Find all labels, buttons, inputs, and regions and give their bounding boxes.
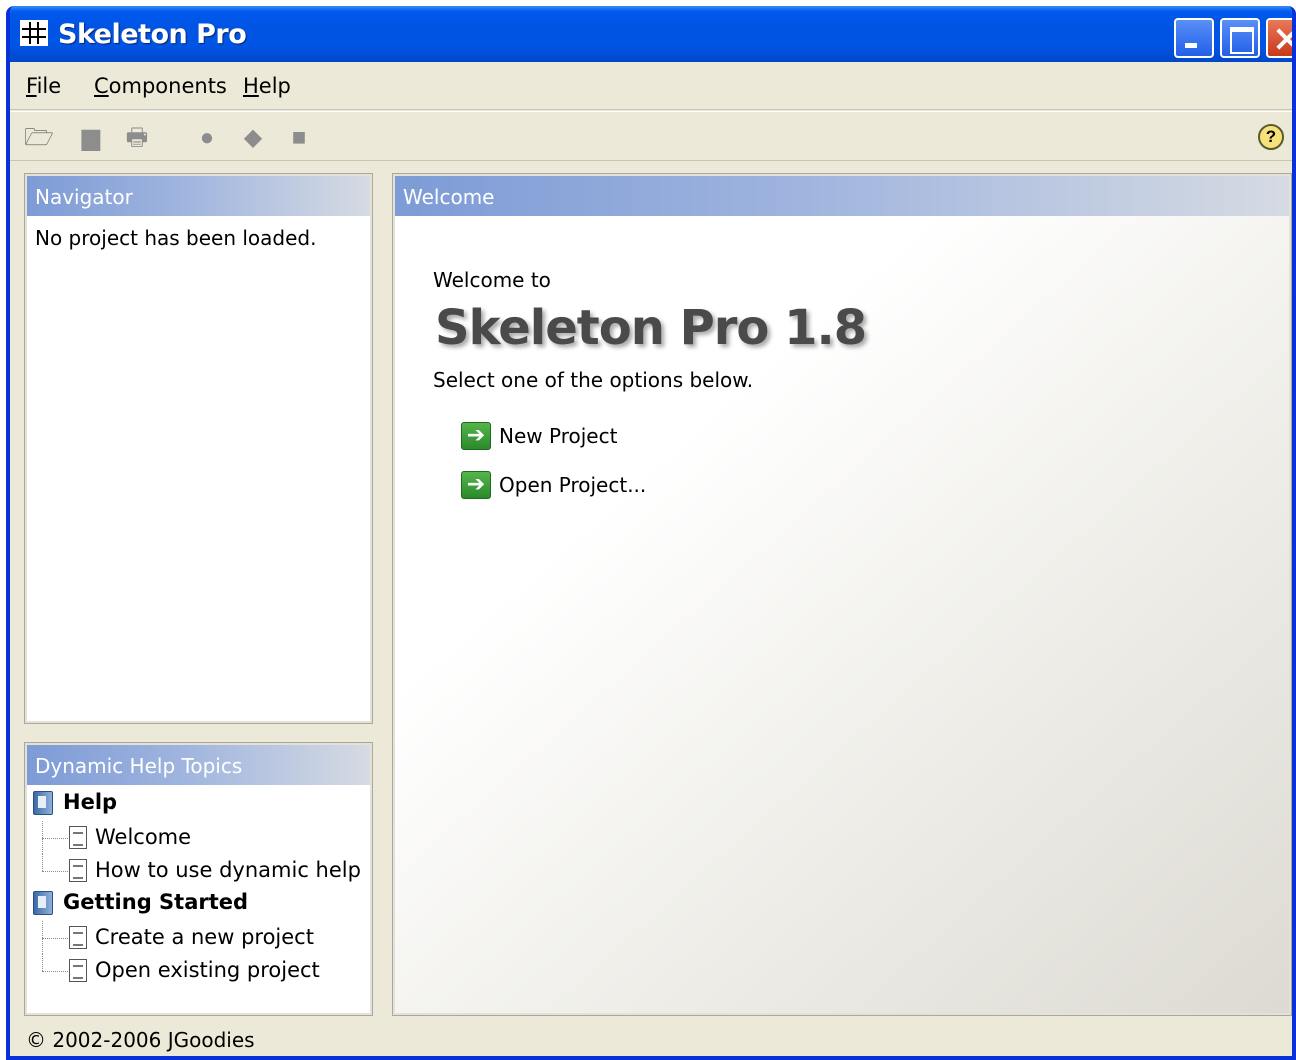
window-title: Skeleton Pro [58, 19, 247, 50]
toolbar: 🗁 ▆ 🖶 ● ◆ ■ ? [10, 111, 1292, 161]
navigator-header: Navigator [27, 176, 370, 216]
book-icon [33, 891, 53, 915]
menu-components-mnemonic: C [94, 74, 109, 98]
tree-group-label: Help [63, 790, 118, 814]
dynamic-help-panel: Dynamic Help Topics Help Welcome How to … [24, 742, 373, 1016]
new-project-label: New Project [499, 424, 618, 448]
menu-file-label: ile [36, 74, 62, 98]
document-icon [69, 859, 87, 882]
tree-item-label: Create a new project [95, 925, 314, 949]
tree-item-label: Welcome [95, 825, 192, 849]
arrow-right-icon: ➔ [461, 471, 491, 499]
export-icon[interactable]: ■ [284, 124, 314, 152]
tree-item-welcome[interactable]: Welcome [31, 821, 368, 854]
dynamic-help-header: Dynamic Help Topics [27, 745, 370, 785]
close-button[interactable] [1266, 18, 1292, 58]
welcome-header: Welcome [395, 176, 1289, 216]
menu-file-mnemonic: F [26, 74, 37, 98]
menu-bar: File Components Help [10, 62, 1292, 110]
tree-group-help[interactable]: Help [31, 787, 368, 821]
tree-item-dynamic-help[interactable]: How to use dynamic help [31, 854, 368, 887]
document-icon [69, 926, 87, 949]
app-grid-icon [20, 20, 48, 46]
menu-help[interactable]: Help [243, 74, 291, 98]
welcome-content: Welcome to Skeleton Pro 1.8 Select one o… [395, 216, 1289, 1013]
save-icon[interactable]: ▆ [76, 124, 106, 152]
book-icon [33, 791, 53, 815]
help-topic-tree: Help Welcome How to use dynamic help Get… [31, 787, 368, 987]
open-folder-icon[interactable]: 🗁 [24, 124, 54, 152]
document-icon [69, 826, 87, 849]
tree-group-getting-started[interactable]: Getting Started [31, 887, 368, 921]
arrow-right-icon: ➔ [461, 422, 491, 450]
title-bar[interactable]: Skeleton Pro [10, 6, 1292, 62]
welcome-panel: Welcome Welcome to Skeleton Pro 1.8 Sele… [392, 173, 1292, 1016]
tag-icon[interactable]: ◆ [238, 124, 268, 152]
menu-file[interactable]: File [26, 74, 61, 98]
tree-item-label: How to use dynamic help [95, 858, 361, 882]
print-icon[interactable]: 🖶 [122, 124, 152, 152]
product-title: Skeleton Pro 1.8 [435, 300, 867, 356]
welcome-instruction: Select one of the options below. [433, 368, 754, 392]
tree-item-open-project[interactable]: Open existing project [31, 954, 368, 987]
document-icon [69, 959, 87, 982]
navigator-panel: Navigator No project has been loaded. [24, 173, 373, 724]
tree-group-label: Getting Started [63, 890, 249, 914]
menu-components[interactable]: Components [94, 74, 227, 98]
bomb-icon[interactable]: ● [192, 124, 222, 152]
tree-item-create-project[interactable]: Create a new project [31, 921, 368, 954]
navigator-message: No project has been loaded. [35, 226, 317, 250]
menu-components-label: omponents [108, 74, 227, 98]
minimize-button[interactable] [1174, 18, 1214, 58]
help-icon[interactable]: ? [1258, 124, 1284, 150]
tree-item-label: Open existing project [95, 958, 320, 982]
menu-help-mnemonic: H [243, 74, 259, 98]
maximize-button[interactable] [1220, 18, 1260, 58]
menu-help-label: elp [258, 74, 291, 98]
welcome-intro: Welcome to [433, 268, 551, 292]
app-window: Skeleton Pro File Components Help 🗁 ▆ 🖶 … [6, 6, 1296, 1060]
copyright-text: © 2002-2006 JGoodies [26, 1028, 255, 1052]
status-bar: © 2002-2006 JGoodies [10, 1022, 1292, 1056]
open-project-label: Open Project... [499, 473, 647, 497]
